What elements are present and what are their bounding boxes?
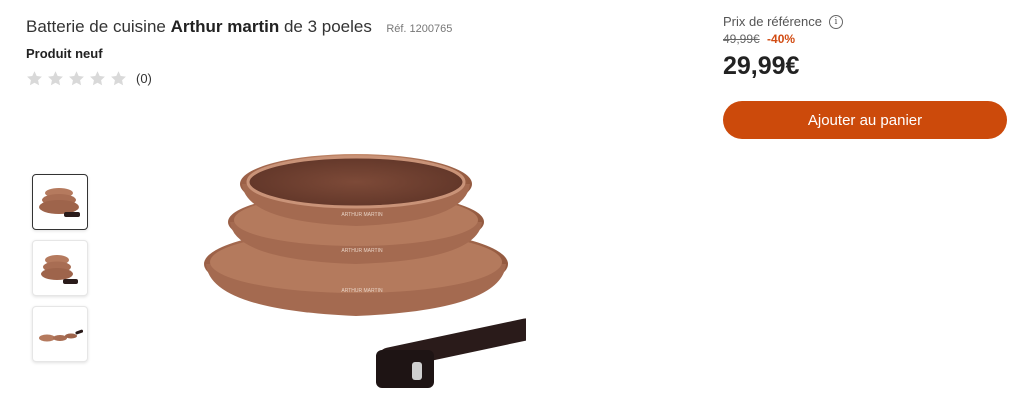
star-icon xyxy=(90,71,105,86)
product-title: Batterie de cuisine Arthur martin de 3 p… xyxy=(26,17,372,36)
product-title-row: Batterie de cuisine Arthur martin de 3 p… xyxy=(26,17,452,37)
pans-separate-thumbnail-image xyxy=(39,329,83,342)
svg-text:ARTHUR MARTIN: ARTHUR MARTIN xyxy=(341,248,383,254)
add-to-cart-button[interactable]: Ajouter au panier xyxy=(723,101,1007,139)
svg-text:ARTHUR MARTIN: ARTHUR MARTIN xyxy=(341,212,383,218)
pan-set-image: ARTHUR MARTIN ARTHUR MARTIN ARTHUR MARTI… xyxy=(204,154,537,388)
title-brand: Arthur martin xyxy=(170,17,280,36)
product-condition: Produit neuf xyxy=(26,46,103,61)
reference-price-text: Prix de référence xyxy=(723,14,822,29)
rating[interactable]: (0) xyxy=(26,70,152,87)
star-icon xyxy=(111,71,126,86)
pan-set-thumbnail-image xyxy=(41,255,78,284)
thumbnail-3[interactable] xyxy=(32,306,88,362)
thumbnail-list xyxy=(32,174,88,372)
title-prefix: Batterie de cuisine xyxy=(26,17,171,36)
info-icon[interactable]: i xyxy=(829,14,843,29)
rating-count: (0) xyxy=(136,71,152,86)
handle-image xyxy=(376,318,537,388)
star-icon xyxy=(69,71,84,86)
pan-set-thumbnail-image xyxy=(39,188,80,217)
title-suffix: de 3 poeles xyxy=(279,17,372,36)
old-price: 49,99€ xyxy=(723,32,760,46)
star-icon xyxy=(48,71,63,86)
price-box: Prix de référence i 49,99€ -40% 29,99€ A… xyxy=(723,14,1007,139)
product-reference: Réf. 1200765 xyxy=(386,23,453,35)
discount-badge: -40% xyxy=(767,32,796,46)
product-main-image[interactable]: ARTHUR MARTIN ARTHUR MARTIN ARTHUR MARTI… xyxy=(196,140,537,396)
svg-text:ARTHUR MARTIN: ARTHUR MARTIN xyxy=(341,288,383,294)
thumbnail-1[interactable] xyxy=(32,174,88,230)
old-price-row: 49,99€ -40% xyxy=(723,32,1007,46)
star-icon xyxy=(27,71,42,86)
thumbnail-2[interactable] xyxy=(32,240,88,296)
reference-price-label: Prix de référence i xyxy=(723,14,1007,29)
current-price: 29,99€ xyxy=(723,52,800,80)
